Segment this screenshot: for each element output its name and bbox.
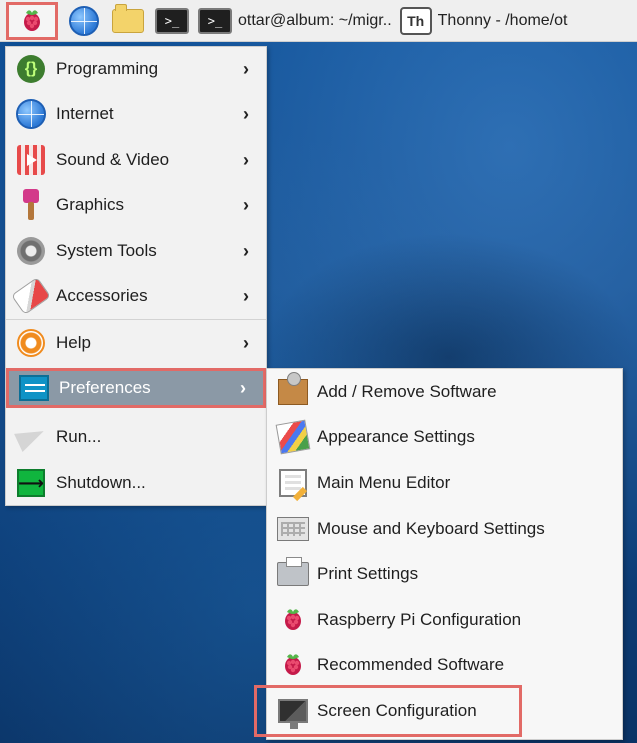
submenu-item-label: Raspberry Pi Configuration [317, 610, 522, 629]
terminal-launcher[interactable]: >_ [154, 6, 190, 36]
taskbar-thonny-title: Thonny - /home/ot [437, 11, 568, 29]
menu-item-label: Accessories [56, 286, 148, 305]
chevron-right-icon: › [243, 58, 249, 79]
submenu-item-label: Recommended Software [317, 655, 505, 674]
main-menu: {} Programming › Internet › Sound & Vide… [5, 46, 267, 506]
gear-icon [14, 234, 48, 268]
menu-item-label: Shutdown... [56, 473, 146, 492]
accessories-icon [11, 276, 51, 316]
menu-item-label: Internet [56, 104, 114, 123]
chevron-right-icon: › [243, 149, 249, 170]
chevron-right-icon: › [243, 285, 249, 306]
chevron-right-icon: › [243, 332, 249, 353]
menu-editor-icon [277, 467, 309, 499]
internet-icon [14, 97, 48, 131]
submenu-item-add-remove-software[interactable]: Add / Remove Software [267, 370, 622, 414]
submenu-item-main-menu-editor[interactable]: Main Menu Editor [267, 461, 622, 505]
menu-item-label: System Tools [56, 241, 157, 260]
preferences-icon [17, 371, 51, 405]
app-menu-button[interactable] [6, 1, 58, 40]
chevron-right-icon: › [243, 103, 249, 124]
menu-item-graphics[interactable]: Graphics › [6, 185, 266, 225]
raspberry-pi-icon [285, 609, 301, 630]
submenu-item-label: Mouse and Keyboard Settings [317, 519, 545, 538]
menu-item-accessories[interactable]: Accessories › [6, 276, 266, 316]
submenu-item-label: Print Settings [317, 564, 419, 583]
submenu-item-label: Main Menu Editor [317, 473, 451, 492]
raspberry-pi-icon [277, 649, 309, 681]
submenu-item-raspberry-pi-configuration[interactable]: Raspberry Pi Configuration [267, 598, 622, 642]
chevron-right-icon: › [243, 194, 249, 215]
menu-item-label: Help [56, 333, 91, 352]
printer-icon [277, 557, 309, 590]
menu-item-internet[interactable]: Internet › [6, 94, 266, 134]
sound-video-icon [14, 143, 48, 177]
file-manager-launcher[interactable] [110, 3, 146, 36]
submenu-item-recommended-software[interactable]: Recommended Software [267, 643, 622, 687]
palette-icon [275, 419, 311, 455]
folder-icon [112, 3, 144, 33]
submenu-item-print-settings[interactable]: Print Settings [267, 552, 622, 596]
menu-item-run[interactable]: Run... [6, 417, 266, 457]
preferences-submenu: Add / Remove Software Appearance Setting… [254, 368, 623, 740]
terminal-icon: >_ [155, 7, 189, 34]
menu-item-system-tools[interactable]: System Tools › [6, 231, 266, 271]
menu-item-label: Graphics [56, 195, 125, 214]
terminal-icon: >_ [198, 7, 232, 34]
menu-item-label: Preferences [59, 378, 151, 397]
menu-item-programming[interactable]: {} Programming › [6, 49, 266, 89]
menu-item-preferences[interactable]: Preferences › [6, 368, 266, 408]
programming-icon: {} [14, 52, 48, 86]
menu-item-label: Run... [56, 427, 102, 446]
menu-separator [6, 319, 266, 320]
taskbar-thonny-window[interactable]: Th Thonny - /home/ot [399, 6, 568, 35]
thonny-icon: Th [399, 6, 432, 35]
taskbar-terminal-title: ottar@album: ~/migr.. [238, 11, 392, 29]
chevron-right-icon: › [240, 377, 246, 398]
submenu-item-appearance-settings[interactable]: Appearance Settings [267, 415, 622, 459]
menu-item-label: Sound & Video [56, 150, 170, 169]
submenu-item-screen-configuration[interactable]: Screen Configuration [254, 685, 622, 737]
graphics-icon [14, 188, 48, 222]
menu-item-label: Programming [56, 59, 159, 78]
menu-item-help[interactable]: Help › [6, 323, 266, 363]
globe-icon [69, 5, 99, 36]
help-icon [14, 326, 48, 360]
raspberry-pi-icon [285, 654, 301, 675]
raspberry-pi-icon [277, 604, 309, 636]
submenu-item-label: Screen Configuration [317, 701, 477, 720]
raspberry-pi-icon [24, 9, 40, 31]
chevron-right-icon: › [243, 240, 249, 261]
shutdown-icon: ⟶ [14, 466, 48, 500]
package-icon [277, 372, 309, 408]
keyboard-icon [277, 513, 309, 545]
submenu-item-label: Add / Remove Software [317, 382, 497, 401]
run-icon [14, 420, 48, 454]
taskbar-terminal-window[interactable]: >_ ottar@album: ~/migr.. [198, 7, 392, 34]
submenu-item-mouse-keyboard-settings[interactable]: Mouse and Keyboard Settings [267, 507, 622, 551]
menu-item-sound-video[interactable]: Sound & Video › [6, 140, 266, 180]
monitor-icon [277, 695, 309, 729]
web-browser-launcher[interactable] [66, 5, 102, 36]
taskbar: >_ >_ ottar@album: ~/migr.. Th Thonny - … [0, 0, 637, 42]
submenu-item-label: Appearance Settings [317, 427, 475, 446]
menu-item-shutdown[interactable]: ⟶ Shutdown... [6, 463, 266, 503]
